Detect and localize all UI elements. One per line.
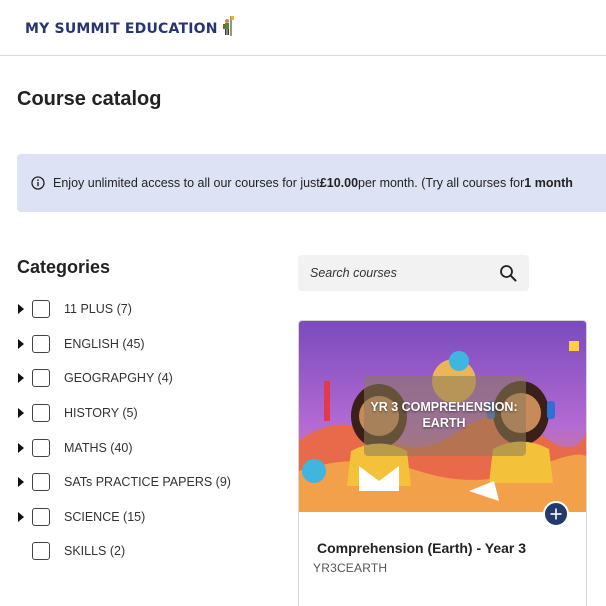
category-checkbox[interactable]	[32, 300, 50, 319]
course-code: YR3CEARTH	[313, 561, 388, 575]
banner-text-middle: per month. (Try all courses for	[358, 176, 525, 190]
caret-right-icon[interactable]	[17, 511, 32, 523]
course-title[interactable]: Comprehension (Earth) - Year 3	[317, 540, 526, 556]
banner-text-before: Enjoy unlimited access to all our course…	[53, 176, 320, 190]
hiker-flag-icon	[222, 15, 234, 42]
category-label: ENGLISH (45)	[64, 336, 145, 351]
banner-trial: 1 month	[524, 176, 573, 190]
category-item-skills[interactable]: SKILLS (2)	[17, 534, 231, 569]
category-label: SCIENCE (15)	[64, 509, 146, 524]
add-course-button[interactable]	[543, 501, 569, 527]
logo-text: MY SUMMIT EDUCATION	[25, 20, 218, 37]
category-checkbox[interactable]	[32, 542, 50, 561]
course-thumbnail[interactable]: YR 3 COMPREHENSION: EARTH	[299, 321, 586, 512]
category-item-maths[interactable]: MATHS (40)	[17, 430, 231, 465]
caret-right-icon[interactable]	[17, 303, 32, 315]
search-input[interactable]	[310, 266, 499, 280]
caret-right-icon[interactable]	[17, 372, 32, 384]
category-item-history[interactable]: HISTORY (5)	[17, 396, 231, 431]
category-label: HISTORY (5)	[64, 406, 138, 421]
category-checkbox[interactable]	[32, 369, 50, 388]
category-checkbox[interactable]	[32, 438, 50, 457]
site-logo[interactable]: MY SUMMIT EDUCATION	[25, 15, 234, 42]
category-label: GEOGRAPGHY (4)	[64, 371, 173, 386]
category-checkbox[interactable]	[32, 507, 50, 526]
category-checkbox[interactable]	[32, 404, 50, 423]
category-item-english[interactable]: ENGLISH (45)	[17, 327, 231, 362]
category-label: SKILLS (2)	[64, 544, 126, 559]
category-item-sats-practice-papers[interactable]: SATs PRACTICE PAPERS (9)	[17, 465, 231, 500]
caret-right-icon[interactable]	[17, 476, 32, 488]
category-list: 11 PLUS (7) ENGLISH (45) GEOGRAPGHY (4) …	[17, 292, 231, 569]
search-box	[298, 255, 529, 291]
page-title: Course catalog	[17, 88, 162, 110]
caret-right-icon[interactable]	[17, 407, 32, 419]
thumbnail-caption: YR 3 COMPREHENSION: EARTH	[370, 400, 518, 430]
category-item-science[interactable]: SCIENCE (15)	[17, 500, 231, 535]
category-item-geography[interactable]: GEOGRAPGHY (4)	[17, 361, 231, 396]
info-icon	[31, 176, 45, 190]
categories-title: Categories	[17, 257, 111, 277]
caret-right-icon[interactable]	[17, 338, 32, 350]
course-card[interactable]: YR 3 COMPREHENSION: EARTH Comprehension …	[298, 320, 587, 606]
category-label: SATs PRACTICE PAPERS (9)	[64, 475, 231, 490]
category-checkbox[interactable]	[32, 334, 50, 353]
category-label: 11 PLUS (7)	[64, 302, 132, 317]
banner-price: £10.00	[319, 176, 359, 190]
caret-right-icon[interactable]	[17, 442, 32, 454]
subscription-banner: Enjoy unlimited access to all our course…	[17, 154, 606, 212]
category-item-11-plus[interactable]: 11 PLUS (7)	[17, 292, 231, 327]
search-icon[interactable]	[499, 264, 517, 282]
category-label: MATHS (40)	[64, 440, 133, 455]
caret-placeholder	[17, 545, 32, 557]
category-checkbox[interactable]	[32, 473, 50, 492]
site-header: MY SUMMIT EDUCATION	[0, 0, 606, 56]
plus-icon	[550, 508, 562, 520]
